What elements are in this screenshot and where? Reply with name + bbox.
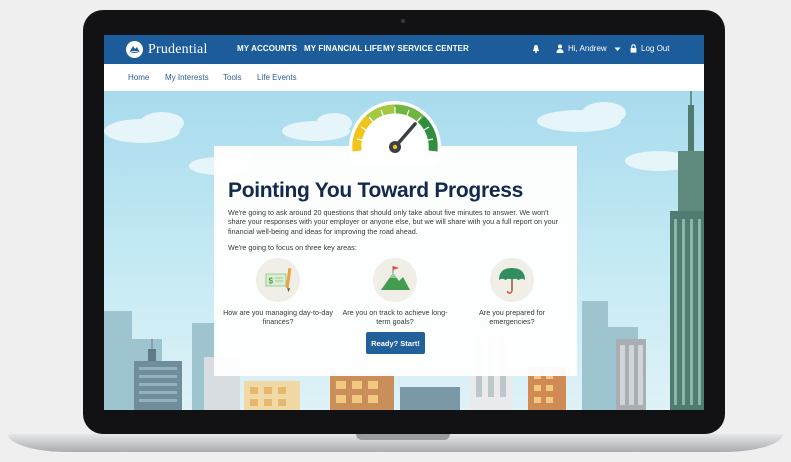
hero-section: Pointing You Toward Progress We're going… [104, 91, 704, 410]
laptop-notch [356, 434, 450, 440]
caret-down-icon [614, 47, 621, 51]
focus-label: We're going to focus on three key areas: [228, 243, 357, 252]
camera-dot [401, 19, 405, 23]
subnav-tools[interactable]: Tools [223, 73, 242, 82]
nav-my-accounts[interactable]: MY ACCOUNTS [237, 44, 297, 53]
logout-button[interactable]: Log Out [630, 44, 669, 53]
lock-icon [630, 44, 637, 53]
laptop-base [8, 434, 783, 452]
subnav-my-interests[interactable]: My Interests [165, 73, 209, 82]
start-button[interactable]: Ready? Start! [366, 332, 425, 354]
notifications-button[interactable] [532, 44, 540, 53]
finance-check-icon: $ [256, 258, 300, 302]
area-day-to-day-finances: $ How are you managing day-to-day financ… [223, 258, 333, 326]
rock-logo-icon [126, 41, 143, 58]
area-long-term-goals: Are you on track to achieve long-term go… [340, 258, 450, 326]
svg-text:$: $ [269, 277, 274, 286]
brand-logo[interactable]: Prudential [126, 41, 208, 58]
progress-gauge-icon [349, 101, 441, 165]
area-text-finances: How are you managing day-to-day finances… [223, 308, 333, 326]
umbrella-icon [490, 258, 534, 302]
brand-name: Prudential [148, 41, 208, 57]
area-text-emergencies: Are you prepared for emergencies? [479, 308, 545, 326]
laptop-frame: Prudential MY ACCOUNTS MY FINANCIAL LIFE… [83, 10, 725, 434]
logout-label: Log Out [641, 44, 670, 53]
sub-nav-bar: Home My Interests Tools Life Events [104, 64, 704, 92]
nav-my-service-center[interactable]: MY SERVICE CENTER [383, 44, 469, 53]
screen: Prudential MY ACCOUNTS MY FINANCIAL LIFE… [104, 35, 704, 410]
assessment-intro-card: Pointing You Toward Progress We're going… [214, 146, 577, 376]
user-menu[interactable]: Hi, Andrew [556, 44, 621, 53]
user-icon [556, 44, 564, 53]
page-title: Pointing You Toward Progress [228, 179, 523, 202]
user-greeting: Hi, Andrew [568, 44, 607, 53]
area-text-goals: Are you on track to achieve long-term go… [342, 308, 448, 326]
bell-icon [533, 45, 539, 53]
area-emergencies: Are you prepared for emergencies? [457, 258, 567, 326]
subnav-home[interactable]: Home [128, 73, 149, 82]
subnav-life-events[interactable]: Life Events [257, 73, 297, 82]
top-nav-bar: Prudential MY ACCOUNTS MY FINANCIAL LIFE… [104, 35, 704, 64]
intro-text: We're going to ask around 20 questions t… [228, 208, 558, 236]
nav-my-financial-life[interactable]: MY FINANCIAL LIFE [304, 44, 382, 53]
mountain-flag-icon [373, 258, 417, 302]
